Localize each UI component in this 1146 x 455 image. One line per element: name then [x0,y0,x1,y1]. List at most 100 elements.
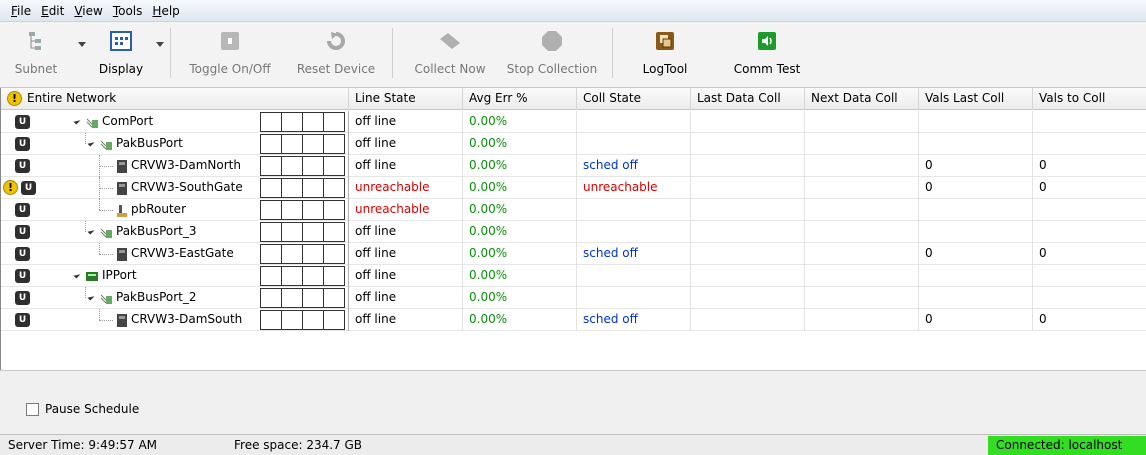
toolbar-separator [612,28,613,78]
device-toggle-icon[interactable]: U [15,115,30,129]
table-row[interactable]: U PakBusPort_2 off line 0.00% [1,287,1146,309]
pause-schedule-checkbox[interactable]: Pause Schedule [26,402,139,416]
ipport-icon [86,272,98,281]
device-toggle-icon[interactable]: U [15,137,30,151]
vals-to-cell [1033,221,1146,243]
vals-to-cell: 0 [1039,312,1047,326]
table-row[interactable]: U CRVW3-DamNorth off line 0.00% sched of… [1,155,1146,177]
table-row[interactable]: U pbRouter unreachable 0.00% [1,199,1146,221]
vals-last-cell [919,287,1033,309]
menu-help[interactable]: Help [147,4,184,18]
collect-icon [437,28,463,54]
checkbox-box[interactable] [26,402,39,416]
logtool-button[interactable]: LogTool [636,26,694,82]
next-data-cell [805,221,919,243]
server-time: Server Time: 9:49:57 AM [8,438,158,452]
column-header-line-state[interactable]: Line State [349,88,463,110]
status-boxes [260,244,345,264]
vals-last-cell: 0 [919,243,1033,265]
table-row[interactable]: ! U CRVW3-SouthGate unreachable 0.00% un… [1,177,1146,199]
next-data-cell [805,133,919,155]
warning-icon: ! [7,91,22,106]
toolbar-separator [392,28,393,78]
expand-arrow-icon[interactable] [87,227,95,235]
free-space: Free space: 234.7 GB [234,438,363,452]
line-state-cell: off line [349,133,463,155]
last-data-cell [691,111,805,133]
toggle-icon [217,28,243,54]
menu-edit[interactable]: Edit [36,4,69,18]
status-boxes [260,112,345,132]
table-row[interactable]: U ComPort off line 0.00% [1,111,1146,133]
avg-err-cell: 0.00% [463,111,577,133]
table-row[interactable]: U PakBusPort off line 0.00% [1,133,1146,155]
table-row[interactable]: U IPPort off line 0.00% [1,265,1146,287]
status-boxes [260,200,345,220]
column-header-entire-network[interactable]: ! Entire Network [1,88,349,110]
stop-icon [539,28,565,54]
display-button[interactable]: Display [96,26,146,82]
node-label: CRVW3-SouthGate [131,180,243,194]
subnet-dropdown-icon[interactable] [78,42,86,47]
device-toggle-icon[interactable]: U [21,181,36,195]
menu-file[interactable]: File [6,4,36,18]
vals-to-cell [1033,287,1146,309]
last-data-cell [691,243,805,265]
reset-device-button[interactable]: Reset Device [296,26,376,82]
column-header-vals-last-coll[interactable]: Vals Last Coll [919,88,1033,110]
status-bar: Server Time: 9:49:57 AM Free space: 234.… [0,434,1146,455]
toggle-on-off-button[interactable]: Toggle On/Off [186,26,274,82]
expand-arrow-icon[interactable] [73,271,81,279]
device-toggle-icon[interactable]: U [15,159,30,173]
next-data-cell [805,265,919,287]
device-toggle-icon[interactable]: U [15,291,30,305]
expand-arrow-icon[interactable] [87,293,95,301]
column-header-last-data-coll[interactable]: Last Data Coll [691,88,805,110]
menu-tools[interactable]: Tools [108,4,148,18]
column-header-avg-err[interactable]: Avg Err % [463,88,577,110]
device-toggle-icon[interactable]: U [15,269,30,283]
status-boxes [260,222,345,242]
last-data-cell [691,177,805,199]
status-boxes [260,156,345,176]
expand-arrow-icon[interactable] [73,117,81,125]
device-toggle-icon[interactable]: U [15,225,30,239]
table-row[interactable]: U PakBusPort_3 off line 0.00% [1,221,1146,243]
line-state-cell: off line [349,243,463,265]
vals-last-cell [919,199,1033,221]
subnet-button[interactable]: Subnet [14,26,58,82]
node-label: PakBusPort_2 [116,290,197,304]
stop-collection-button[interactable]: Stop Collection [506,26,598,82]
menu-view[interactable]: View [69,4,107,18]
menu-bar: File Edit View Tools Help [0,0,1146,22]
collect-now-button[interactable]: Collect Now [410,26,490,82]
comm-test-button[interactable]: Comm Test [734,26,800,82]
node-label: CRVW3-DamNorth [131,158,241,172]
datalogger-icon [117,160,127,173]
datalogger-icon [117,182,127,195]
column-header-vals-to-coll[interactable]: Vals to Coll [1033,88,1146,110]
coll-state-cell: sched off [577,243,691,265]
device-toggle-icon[interactable]: U [15,203,30,217]
device-toggle-icon[interactable]: U [15,247,30,261]
expand-arrow-icon[interactable] [87,139,95,147]
column-header-coll-state[interactable]: Coll State [577,88,691,110]
avg-err-cell: 0.00% [463,309,577,331]
table-row[interactable]: U CRVW3-EastGate off line 0.00% sched of… [1,243,1146,265]
line-state-cell: off line [349,309,463,331]
pakbus-port-icon [100,294,112,304]
warning-icon: ! [3,180,18,195]
display-dropdown-icon[interactable] [156,42,164,47]
line-state-cell: unreachable [349,199,463,221]
next-data-cell [805,287,919,309]
avg-err-cell: 0.00% [463,199,577,221]
column-header-next-data-coll[interactable]: Next Data Coll [805,88,919,110]
vals-last-cell [919,265,1033,287]
device-toggle-icon[interactable]: U [15,313,30,327]
avg-err-cell: 0.00% [463,221,577,243]
avg-err-cell: 0.00% [463,265,577,287]
status-boxes [260,288,345,308]
table-row[interactable]: U CRVW3-DamSouth off line 0.00% sched of… [1,309,1146,331]
node-label: ComPort [102,114,154,128]
line-state-cell: off line [349,265,463,287]
